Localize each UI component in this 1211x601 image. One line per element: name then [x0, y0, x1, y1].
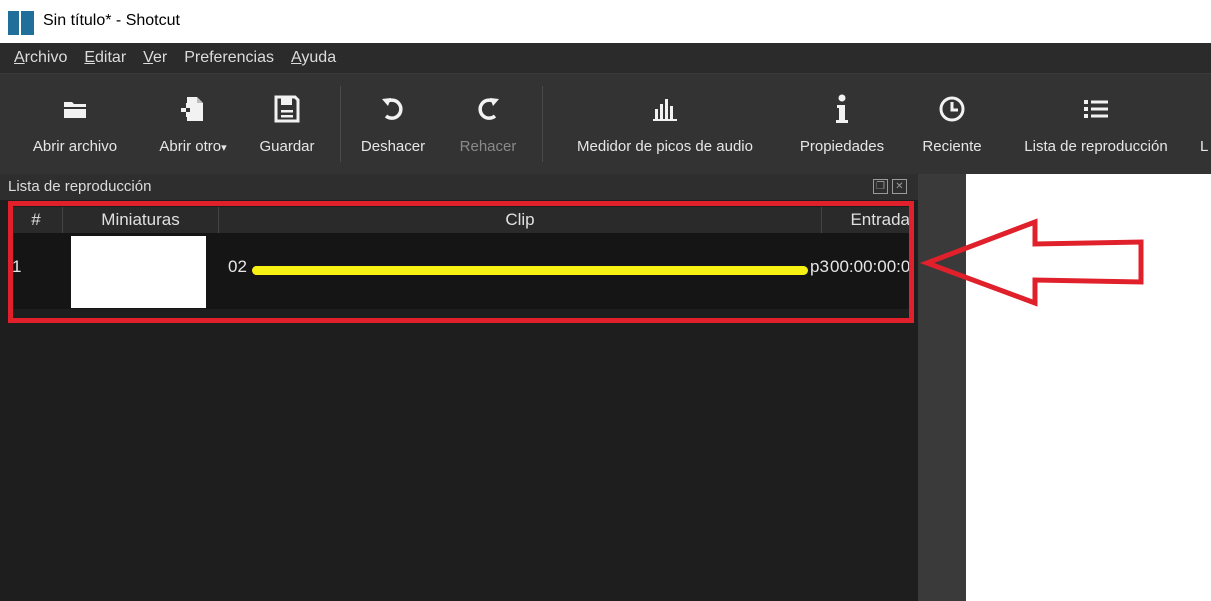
- undo-icon: [373, 82, 413, 136]
- playlist-button[interactable]: Lista de reproducción: [1006, 74, 1186, 174]
- window-title: Sin título* - Shotcut: [43, 12, 180, 29]
- redo-icon: [468, 82, 508, 136]
- open-file-label: Abrir archivo: [32, 138, 118, 155]
- info-icon: [822, 82, 862, 136]
- list-icon: [1076, 82, 1116, 136]
- file-add-icon: [173, 82, 213, 136]
- undo-label: Deshacer: [360, 138, 426, 155]
- menu-ayuda[interactable]: Ayuda: [291, 49, 336, 67]
- properties-label: Propiedades: [799, 138, 885, 155]
- redo-label: Rehacer: [459, 138, 517, 155]
- save-button[interactable]: Guardar: [250, 74, 324, 174]
- folder-open-icon: [55, 82, 95, 136]
- main-toolbar: Abrir archivo Abrir otro▾ Guardar Deshac…: [0, 74, 1211, 174]
- recent-label: Reciente: [922, 138, 982, 155]
- panel-title-bar: Lista de reproducción ❐ ✕: [0, 174, 918, 200]
- menu-editar[interactable]: Editar: [84, 49, 126, 67]
- open-other-label: Abrir otro▾: [159, 138, 227, 155]
- annotation-highlight-box: [8, 201, 914, 323]
- close-icon[interactable]: ✕: [892, 179, 907, 194]
- dock-splitter[interactable]: [918, 174, 966, 601]
- toolbar-separator: [340, 86, 341, 162]
- open-other-button[interactable]: Abrir otro▾: [148, 74, 238, 174]
- float-icon[interactable]: ❐: [873, 179, 888, 194]
- recent-button[interactable]: Reciente: [912, 74, 992, 174]
- open-file-button[interactable]: Abrir archivo: [22, 74, 128, 174]
- save-label: Guardar: [259, 138, 315, 155]
- overflow-toolbar-button[interactable]: L: [1200, 74, 1211, 174]
- toolbar-separator: [542, 86, 543, 162]
- clock-icon: [932, 82, 972, 136]
- menu-archivo[interactable]: Archivo: [14, 49, 67, 67]
- dropdown-arrow-icon: ▾: [221, 142, 227, 154]
- save-disk-icon: [267, 82, 307, 136]
- properties-button[interactable]: Propiedades: [788, 74, 896, 174]
- title-bar: Sin título* - Shotcut: [0, 0, 1211, 43]
- shotcut-app-icon: [8, 11, 34, 35]
- audio-meter-icon: [645, 82, 685, 136]
- audio-peak-meter-button[interactable]: Medidor de picos de audio: [555, 74, 775, 174]
- undo-button[interactable]: Deshacer: [350, 74, 436, 174]
- playlist-label: Lista de reproducción: [1024, 138, 1168, 155]
- audio-peak-label: Medidor de picos de audio: [577, 138, 753, 155]
- overflow-label: L: [1200, 138, 1209, 155]
- menu-preferencias[interactable]: Preferencias: [184, 49, 274, 67]
- menu-ver[interactable]: Ver: [143, 49, 167, 67]
- menu-bar: Archivo Editar Ver Preferencias Ayuda: [0, 43, 1211, 74]
- preview-area: [966, 174, 1211, 601]
- redo-button[interactable]: Rehacer: [448, 74, 528, 174]
- panel-title: Lista de reproducción: [8, 178, 152, 195]
